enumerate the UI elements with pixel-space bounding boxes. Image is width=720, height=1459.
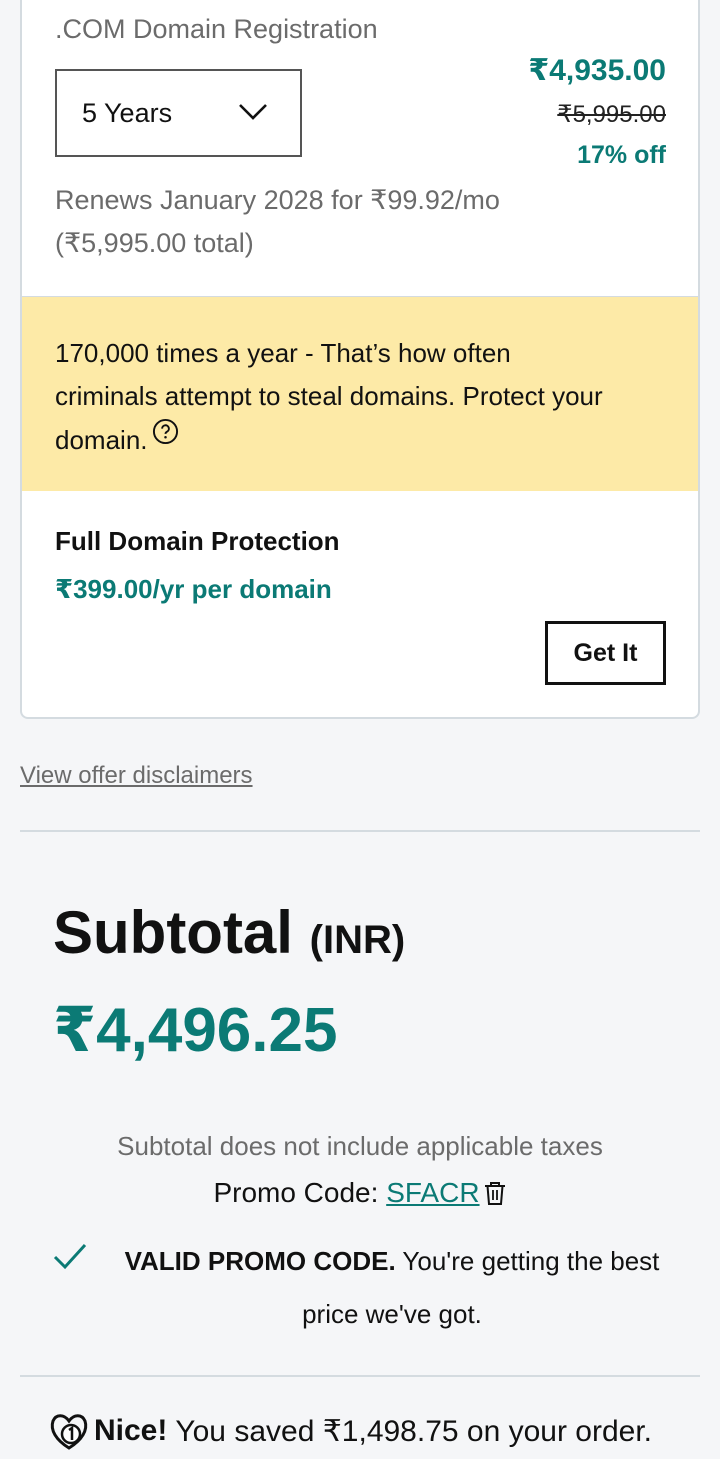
- cart-item-card: .COM Domain Registration 5 Years ₹4,935.…: [20, 0, 700, 719]
- original-price: ₹5,995.00: [557, 101, 666, 128]
- godaddy-logo-icon: [50, 1414, 88, 1450]
- view-offer-disclaimers-link[interactable]: View offer disclaimers: [20, 762, 253, 790]
- current-price: ₹4,935.00: [528, 54, 666, 87]
- alert-message: 170,000 times a year - That’s how often …: [55, 332, 618, 462]
- alert-text: 170,000 times a year - That’s how often …: [55, 338, 603, 455]
- renewal-total: (₹5,995.00 total): [55, 228, 254, 258]
- tax-note: Subtotal does not include applicable tax…: [117, 1131, 603, 1161]
- renewal-line: Renews January 2028 for ₹99.92/mo: [55, 185, 500, 215]
- savings-label: Nice!: [94, 1414, 168, 1447]
- renewal-info: Renews January 2028 for ₹99.92/mo (₹5,99…: [55, 179, 575, 265]
- check-icon: [53, 1243, 87, 1270]
- protection-title: Full Domain Protection: [55, 526, 340, 556]
- trash-icon[interactable]: [483, 1180, 507, 1206]
- promo-code-label: Promo Code:: [213, 1177, 387, 1208]
- promo-code-link[interactable]: SFACR: [386, 1177, 479, 1208]
- discount-badge: 17% off: [577, 141, 666, 169]
- chevron-down-icon: [239, 104, 267, 120]
- help-icon[interactable]: [152, 418, 179, 445]
- valid-promo-text: VALID PROMO CODE. You're getting the bes…: [52, 1235, 682, 1341]
- divider: [20, 1375, 700, 1377]
- protection-price: ₹399.00/yr per domain: [55, 574, 332, 604]
- cart-page: .COM Domain Registration 5 Years ₹4,935.…: [0, 0, 720, 1459]
- subtotal-heading: Subtotal (INR): [53, 898, 405, 975]
- term-select-value: 5 Years: [82, 97, 173, 128]
- savings-text: You saved ₹1,498.75 on your order.: [175, 1414, 653, 1448]
- valid-promo-message: VALID PROMO CODE. You're getting the bes…: [52, 1235, 682, 1341]
- protection-alert: 170,000 times a year - That’s how often …: [22, 296, 698, 491]
- term-select[interactable]: 5 Years: [55, 69, 302, 157]
- promo-code-line: Promo Code: SFACR: [0, 1177, 720, 1209]
- savings-message: Nice! You saved ₹1,498.75 on your order.: [48, 1410, 652, 1452]
- currency-label: (INR): [309, 918, 406, 962]
- subtotal-amount: ₹4,496.25: [53, 996, 338, 1065]
- get-it-button[interactable]: Get It: [545, 621, 666, 685]
- valid-promo-label: VALID PROMO CODE.: [124, 1246, 396, 1276]
- divider: [20, 830, 700, 832]
- product-name: .COM Domain Registration: [55, 14, 378, 44]
- subtotal-label: Subtotal: [53, 899, 293, 966]
